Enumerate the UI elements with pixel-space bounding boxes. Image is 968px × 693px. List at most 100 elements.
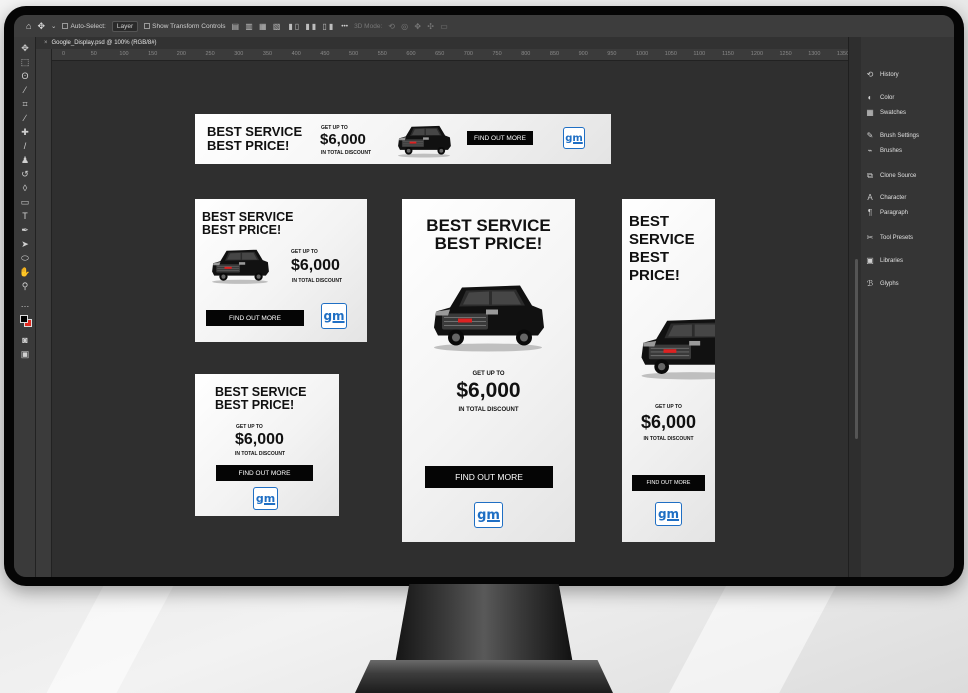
- get-up-to-label: GET UP TO: [472, 371, 505, 377]
- panel-item-tool-presets[interactable]: ✂ Tool Presets: [865, 233, 913, 242]
- find-out-more-button[interactable]: FIND OUT MORE: [467, 131, 533, 145]
- suv-image: [397, 125, 452, 158]
- clone-stamp-icon[interactable]: ♟: [19, 155, 31, 165]
- home-icon[interactable]: ⌂: [26, 21, 31, 31]
- shape-tool-icon[interactable]: ⬭: [19, 253, 31, 263]
- chevron-down-icon[interactable]: ⌄: [51, 22, 56, 30]
- get-up-to-label: GET UP TO: [291, 249, 318, 255]
- panel-item-label: Color: [880, 94, 895, 101]
- headline-line-2: BEST PRICE!: [202, 223, 282, 238]
- find-out-more-button[interactable]: FIND OUT MORE: [216, 465, 313, 481]
- close-tab-icon[interactable]: ×: [44, 40, 48, 46]
- right-panel-dock: ⟲ History ◐ Color ▦ Swatches ✎ Brush Settings ⌁ B…: [848, 37, 954, 577]
- more-options-icon[interactable]: •••: [341, 23, 348, 30]
- brushes-icon: ⌁: [867, 146, 873, 155]
- ruler-tick: 1100: [693, 51, 706, 57]
- eraser-icon[interactable]: ◊: [19, 183, 31, 193]
- panel-item-swatches[interactable]: ▦ Swatches: [865, 108, 906, 117]
- discount-amount: $6,000: [320, 131, 366, 148]
- auto-select-checkbox[interactable]: Auto-Select:: [62, 23, 106, 30]
- gm-logo: gm: [655, 502, 682, 526]
- ruler-tick: 350: [262, 51, 273, 57]
- panel-item-libraries[interactable]: ▣ Libraries: [865, 256, 903, 265]
- magic-wand-icon[interactable]: ⁄: [19, 85, 31, 95]
- move-tool-icon[interactable]: ✥: [19, 43, 31, 53]
- suv-image: [211, 249, 270, 285]
- ad-square[interactable]: BEST SERVICE BEST PRICE! GET UP TO $6,00…: [195, 374, 339, 516]
- pen-tool-icon[interactable]: ✒: [19, 225, 31, 235]
- ad-headline: BEST SERVICE BEST PRICE!: [202, 210, 293, 238]
- panel-item-clone-source[interactable]: ⧉ Clone Source: [865, 171, 916, 181]
- headline-line-4: PRICE!: [629, 267, 680, 284]
- panel-item-paragraph[interactable]: ¶ Paragraph: [865, 208, 908, 217]
- headline-line-3: BEST: [629, 249, 670, 266]
- find-out-more-button[interactable]: FIND OUT MORE: [206, 310, 304, 326]
- ruler-tick: 800: [521, 51, 531, 57]
- ruler-tick: 500: [349, 51, 359, 57]
- transform-controls-checkbox[interactable]: Show Transform Controls: [144, 23, 225, 30]
- screen-mode-icon[interactable]: ▣: [19, 349, 31, 359]
- ruler-tick: 850: [549, 51, 560, 57]
- type-tool-icon[interactable]: T: [19, 211, 31, 221]
- ruler-tick: 650: [435, 51, 445, 57]
- find-out-more-button[interactable]: FIND OUT MORE: [632, 475, 705, 491]
- suv-image: [433, 285, 545, 352]
- 3d-mode-label: 3D Mode:: [354, 22, 383, 30]
- more-tools-icon[interactable]: …: [19, 299, 31, 309]
- ad-skyscraper[interactable]: BEST SERVICE BEST PRICE! GET UP TO $6,00…: [622, 199, 715, 542]
- panel-item-label: Tool Presets: [880, 234, 914, 241]
- ad-headline: BEST SERVICE BEST PRICE!: [207, 125, 302, 152]
- gm-logo: gm: [563, 127, 585, 149]
- discount-label: IN TOTAL DISCOUNT: [235, 451, 285, 457]
- panel-item-brushes[interactable]: ⌁ Brushes: [865, 146, 902, 155]
- ruler-tick: 0: [62, 51, 66, 57]
- canvas-area[interactable]: BEST SERVICE BEST PRICE! GET UP TO $6,00…: [52, 61, 848, 577]
- monitor-stand: [395, 584, 573, 664]
- lasso-tool-icon[interactable]: ʘ: [19, 71, 31, 81]
- headline-line-2: SERVICE: [629, 231, 695, 248]
- foreground-color-swatch[interactable]: [20, 315, 28, 323]
- move-tool-icon[interactable]: ✥: [37, 21, 45, 32]
- history-brush-icon[interactable]: ↺: [19, 169, 31, 179]
- document-tab[interactable]: × Google_Display.psd @ 100% (RGB/8#): [36, 37, 848, 49]
- ad-headline: BEST SERVICE BEST PRICE!: [629, 213, 695, 285]
- color-icon: ◐: [867, 93, 873, 102]
- zoom-tool-icon[interactable]: ⚲: [19, 281, 31, 291]
- ruler-tick: 600: [406, 51, 416, 57]
- discount-amount: $6,000: [291, 257, 340, 274]
- discount-label: IN TOTAL DISCOUNT: [292, 278, 342, 284]
- distribute-buttons[interactable]: ▮▯ ▮▮ ▯▮: [288, 22, 335, 31]
- ruler-tick: 1300: [808, 51, 821, 57]
- 3d-mode-buttons[interactable]: ⟲ ◎ ✥ ✣ ▭: [388, 22, 450, 31]
- panel-item-label: Swatches: [880, 109, 907, 116]
- panel-item-glyphs[interactable]: ℬ Glyphs: [865, 279, 899, 288]
- ruler-tick: 100: [119, 51, 129, 57]
- eyedropper-icon[interactable]: ∕: [19, 113, 31, 123]
- path-selection-icon[interactable]: ➤: [19, 239, 31, 249]
- discount-label: IN TOTAL DISCOUNT: [458, 407, 519, 413]
- gradient-tool-icon[interactable]: ▭: [19, 197, 31, 207]
- ruler-tick: 200: [176, 51, 186, 57]
- hand-tool-icon[interactable]: ✋: [19, 267, 31, 277]
- ad-leaderboard[interactable]: BEST SERVICE BEST PRICE! GET UP TO $6,00…: [195, 114, 611, 164]
- discount-label: IN TOTAL DISCOUNT: [321, 150, 371, 156]
- marquee-tool-icon[interactable]: ⬚: [19, 57, 31, 67]
- crop-tool-icon[interactable]: ⌗: [19, 99, 31, 109]
- headline-line-2: BEST PRICE!: [434, 233, 543, 253]
- ad-medium-rectangle[interactable]: BEST SERVICE BEST PRICE! GET UP TO $6,00…: [195, 199, 367, 342]
- quick-mask-icon[interactable]: ◙: [19, 335, 31, 345]
- brush-tool-icon[interactable]: /: [19, 141, 31, 151]
- paragraph-icon: ¶: [867, 208, 873, 217]
- panel-item-history[interactable]: ⟲ History: [865, 70, 899, 79]
- layer-dropdown[interactable]: Layer: [111, 20, 139, 32]
- clone-source-icon: ⧉: [867, 171, 873, 180]
- panel-scrollbar[interactable]: [855, 259, 858, 439]
- panel-item-color[interactable]: ◐ Color: [865, 93, 895, 102]
- align-buttons[interactable]: ▤ ▥ ▦ ▧: [231, 22, 282, 31]
- healing-brush-icon[interactable]: ✚: [19, 127, 31, 137]
- find-out-more-button[interactable]: FIND OUT MORE: [425, 466, 553, 488]
- ad-half-page[interactable]: BEST SERVICE BEST PRICE! GET UP TO $6,00…: [402, 199, 575, 542]
- headline-line-1: BEST: [629, 213, 670, 230]
- panel-item-character[interactable]: A Character: [865, 193, 906, 202]
- panel-item-brush-settings[interactable]: ✎ Brush Settings: [865, 131, 919, 140]
